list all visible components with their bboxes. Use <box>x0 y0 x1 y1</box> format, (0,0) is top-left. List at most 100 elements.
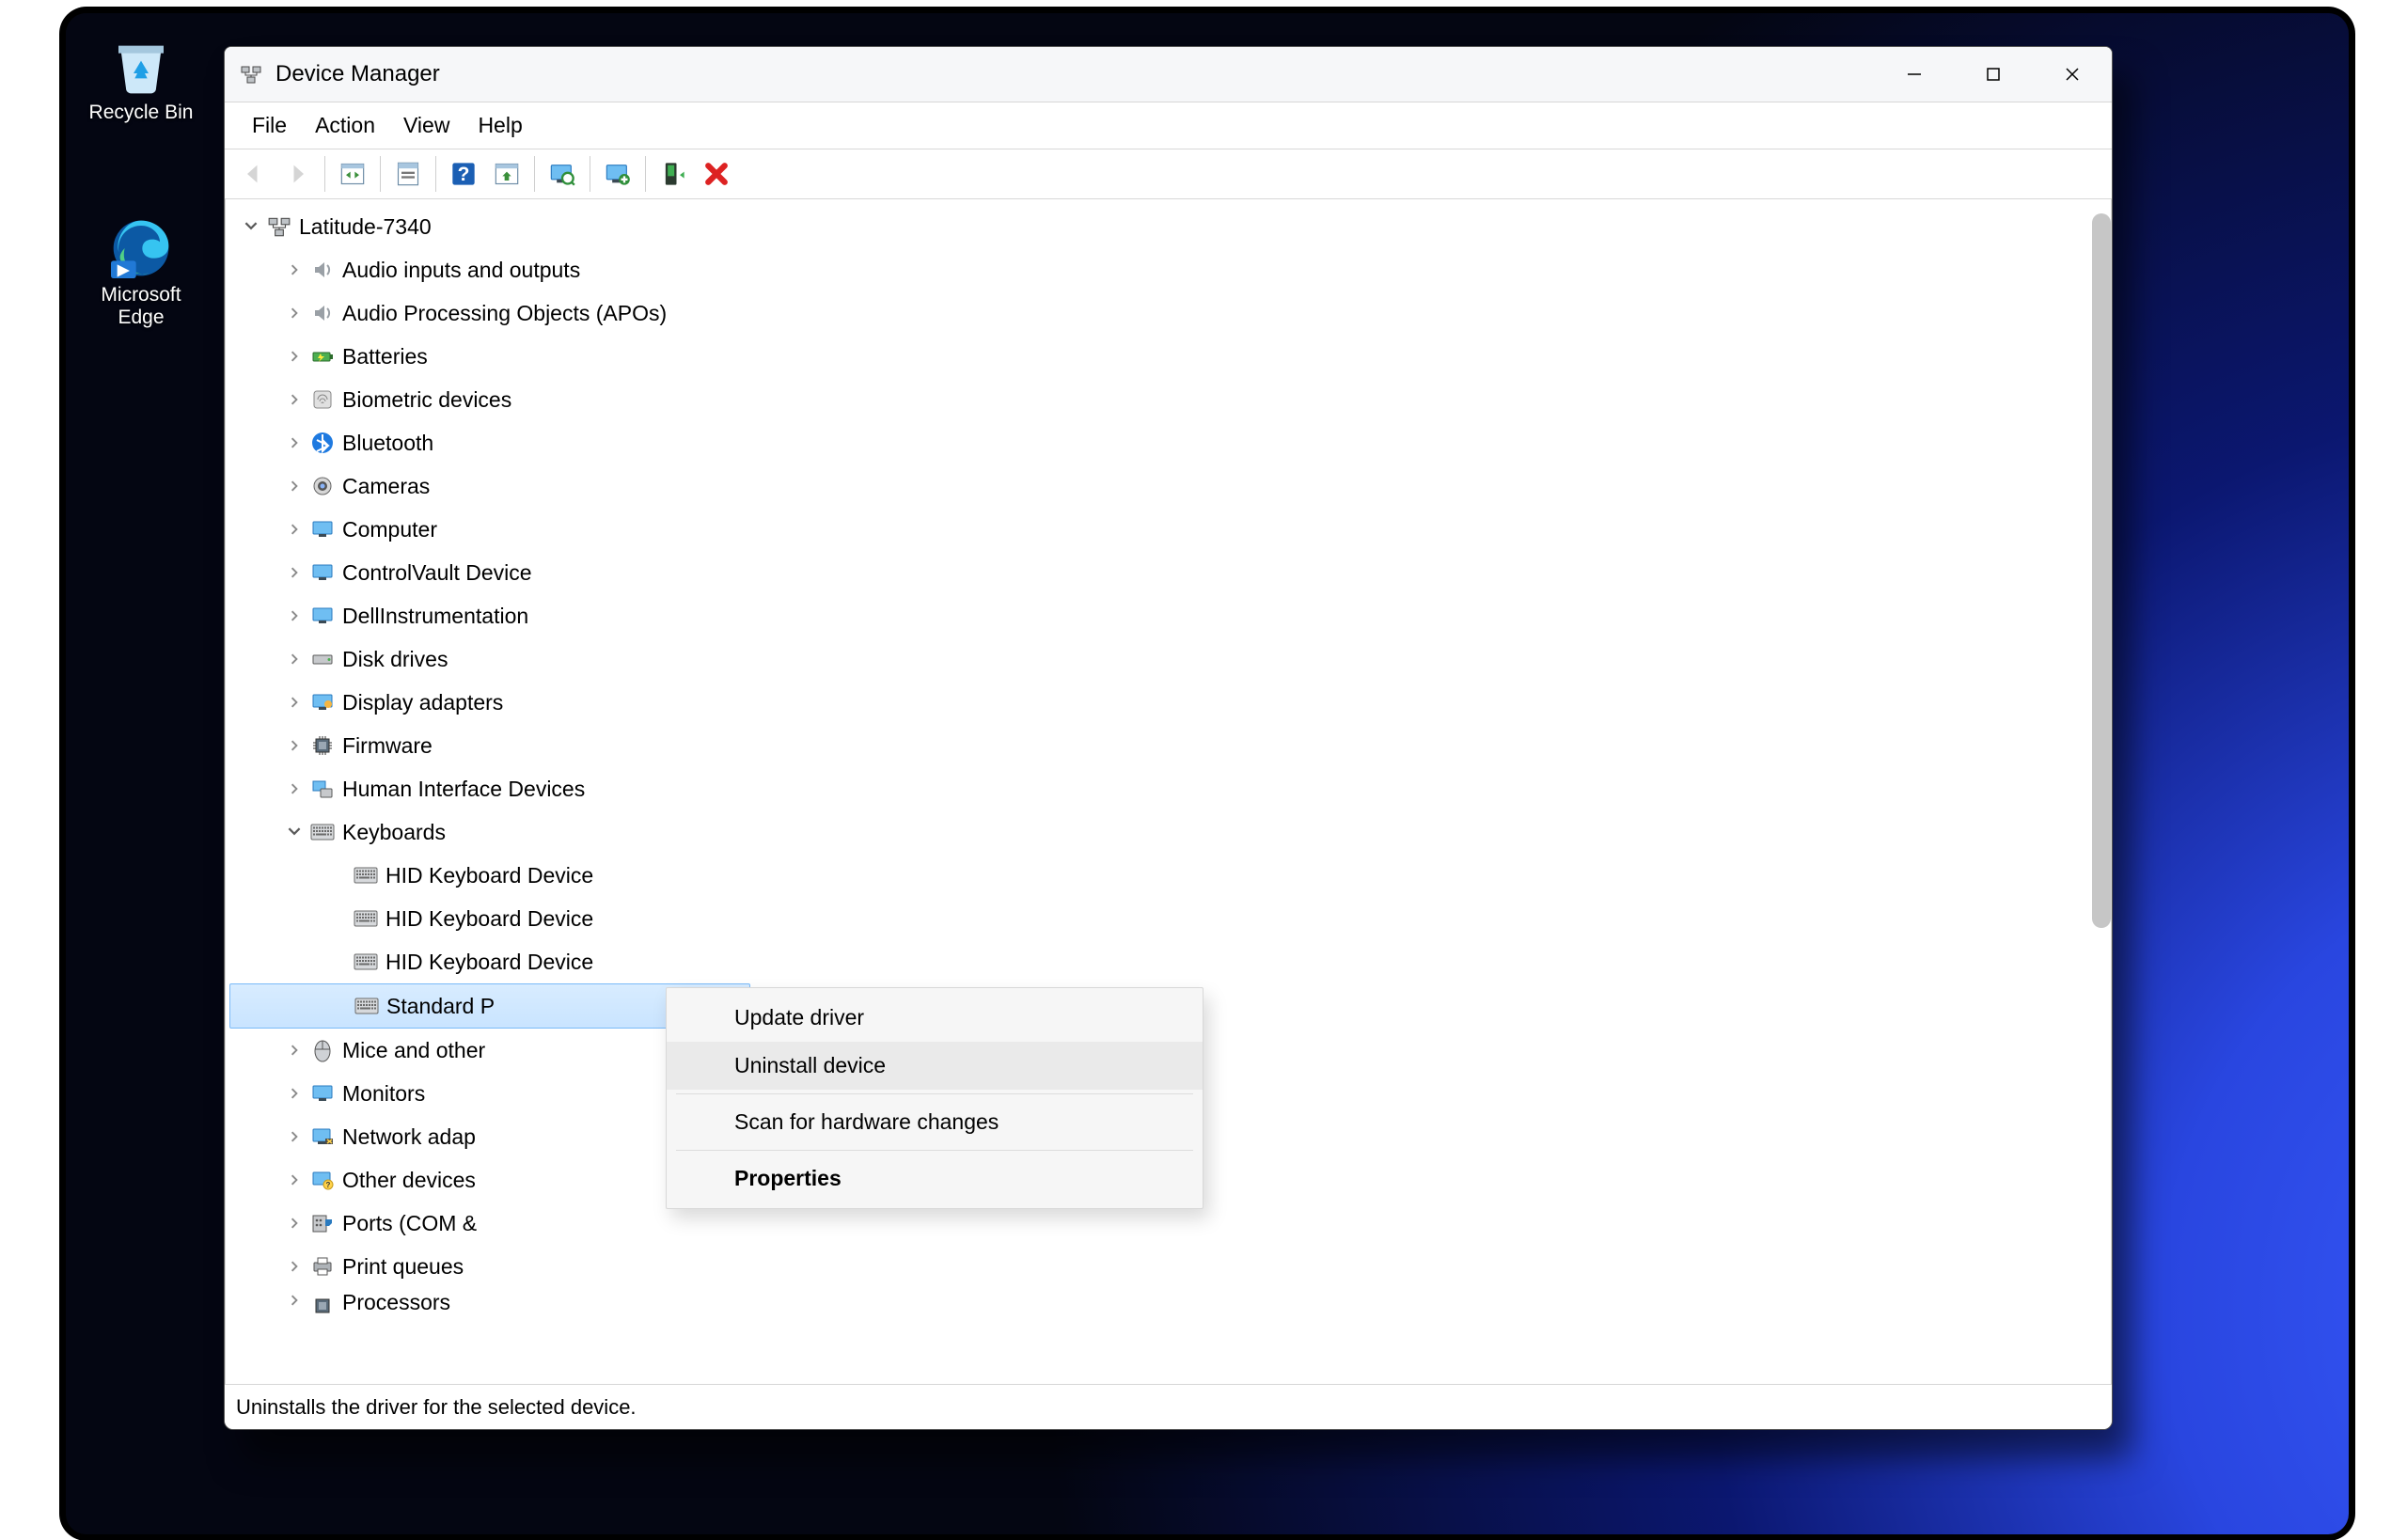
printer-icon <box>308 1252 337 1281</box>
menu-help[interactable]: Help <box>464 107 536 144</box>
tree-category[interactable]: Batteries <box>229 335 2107 378</box>
disk-icon <box>308 645 337 673</box>
back-button[interactable] <box>234 154 274 194</box>
network-icon <box>308 1123 337 1151</box>
tree-category-label: Human Interface Devices <box>342 778 585 800</box>
tree-device[interactable]: HID Keyboard Device <box>229 940 2107 983</box>
tree-category[interactable]: Display adapters <box>229 681 2107 724</box>
hid-icon <box>308 775 337 803</box>
enable-device-toolbar-button[interactable] <box>653 154 693 194</box>
recycle-bin-desktop-icon[interactable]: Recycle Bin <box>85 36 197 124</box>
window-title: Device Manager <box>275 61 440 87</box>
edge-desktop-icon[interactable]: Microsoft Edge <box>85 218 197 329</box>
monitor-icon <box>308 602 337 630</box>
tree-category[interactable]: Audio inputs and outputs <box>229 248 2107 291</box>
tree-category-label: DellInstrumentation <box>342 605 528 627</box>
tree-category[interactable]: Disk drives <box>229 637 2107 681</box>
computer-icon <box>265 212 293 241</box>
monitor-icon <box>308 1079 337 1108</box>
tree-category-label: Bluetooth <box>342 432 433 454</box>
tree-root-label: Latitude-7340 <box>299 216 432 238</box>
mouse-icon <box>308 1036 337 1064</box>
tree-category-label: Monitors <box>342 1083 425 1105</box>
tree-category-label: Keyboards <box>342 822 446 843</box>
fingerprint-icon <box>308 385 337 414</box>
device-manager-window: Device Manager Fi <box>224 46 2113 1430</box>
tree-category[interactable]: Processors <box>229 1288 2107 1318</box>
context-menu: Update driverUninstall device Scan for ha… <box>666 987 1204 1209</box>
edge-icon <box>111 218 171 278</box>
tree-category-label: Audio inputs and outputs <box>342 259 580 281</box>
close-button[interactable] <box>2033 47 2112 102</box>
properties-toolbar-button[interactable] <box>388 154 428 194</box>
edge-label: Microsoft Edge <box>85 284 197 329</box>
keyboard-icon <box>308 818 337 846</box>
tree-category-label: Ports (COM & <box>342 1213 477 1234</box>
statusbar: Uninstalls the driver for the selected d… <box>225 1384 2112 1429</box>
tree-category[interactable]: DellInstrumentation <box>229 594 2107 637</box>
recycle-bin-icon <box>111 36 171 96</box>
context-menu-separator <box>676 1150 1193 1151</box>
update-driver-toolbar-button[interactable] <box>487 154 527 194</box>
minimize-button[interactable] <box>1875 47 1954 102</box>
statusbar-text: Uninstalls the driver for the selected d… <box>236 1395 637 1420</box>
tree-category-label: Batteries <box>342 346 428 368</box>
tree-category[interactable]: Keyboards <box>229 810 2107 854</box>
cpu-icon <box>308 1292 337 1318</box>
context-menu-separator <box>676 1093 1193 1094</box>
menu-file[interactable]: File <box>238 107 301 144</box>
maximize-button[interactable] <box>1954 47 2033 102</box>
tree-category-label: Computer <box>342 519 437 541</box>
context-menu-item[interactable]: Uninstall device <box>667 1042 1203 1090</box>
tree-device-label: Standard P <box>386 996 495 1017</box>
keyboard-icon <box>352 948 380 976</box>
show-hide-console-tree-button[interactable] <box>333 154 372 194</box>
add-legacy-hardware-button[interactable] <box>598 154 637 194</box>
help-toolbar-button[interactable]: ? <box>444 154 483 194</box>
forward-button[interactable] <box>277 154 317 194</box>
tree-category-label: Biometric devices <box>342 389 511 411</box>
tree-device[interactable]: HID Keyboard Device <box>229 897 2107 940</box>
monitor-icon <box>308 558 337 587</box>
menu-view[interactable]: View <box>389 107 464 144</box>
tree-category-label: ControlVault Device <box>342 562 532 584</box>
tree-category[interactable]: Audio Processing Objects (APOs) <box>229 291 2107 335</box>
tree-category[interactable]: Computer <box>229 508 2107 551</box>
keyboard-icon <box>353 992 381 1020</box>
tree-category[interactable]: ControlVault Device <box>229 551 2107 594</box>
tree-device-label: HID Keyboard Device <box>385 865 593 887</box>
scan-hardware-toolbar-button[interactable] <box>543 154 582 194</box>
tree-category-label: Mice and other <box>342 1040 485 1061</box>
tree-root[interactable]: Latitude-7340 <box>229 205 2107 248</box>
tree-category[interactable]: Biometric devices <box>229 378 2107 421</box>
svg-text:?: ? <box>458 164 470 185</box>
context-menu-item[interactable]: Properties <box>667 1155 1203 1202</box>
menubar: File Action View Help <box>225 102 2112 149</box>
tree-device[interactable]: HID Keyboard Device <box>229 854 2107 897</box>
vertical-scrollbar[interactable] <box>2092 213 2111 928</box>
context-menu-item[interactable]: Scan for hardware changes <box>667 1098 1203 1146</box>
app-icon <box>238 61 264 87</box>
speaker-icon <box>308 256 337 284</box>
tree-category[interactable]: Cameras <box>229 464 2107 508</box>
context-menu-item[interactable]: Update driver <box>667 994 1203 1042</box>
camera-icon <box>308 472 337 500</box>
display-icon <box>308 688 337 716</box>
tree-category[interactable]: Human Interface Devices <box>229 767 2107 810</box>
tree-category[interactable]: Bluetooth <box>229 421 2107 464</box>
menu-action[interactable]: Action <box>301 107 389 144</box>
tree-category-label: Cameras <box>342 476 430 497</box>
uninstall-device-toolbar-button[interactable] <box>697 154 736 194</box>
tree-category[interactable]: Print queues <box>229 1245 2107 1288</box>
ports-icon <box>308 1209 337 1237</box>
tree-category-label: Disk drives <box>342 649 448 670</box>
toolbar: ? <box>225 149 2112 199</box>
other-icon: ? <box>308 1166 337 1194</box>
titlebar[interactable]: Device Manager <box>225 47 2112 102</box>
tree-category-label: Audio Processing Objects (APOs) <box>342 303 667 324</box>
speaker-icon <box>308 299 337 327</box>
keyboard-icon <box>352 861 380 889</box>
chip-icon <box>308 731 337 760</box>
tree-category[interactable]: Firmware <box>229 724 2107 767</box>
tree-category-label: Display adapters <box>342 692 503 714</box>
